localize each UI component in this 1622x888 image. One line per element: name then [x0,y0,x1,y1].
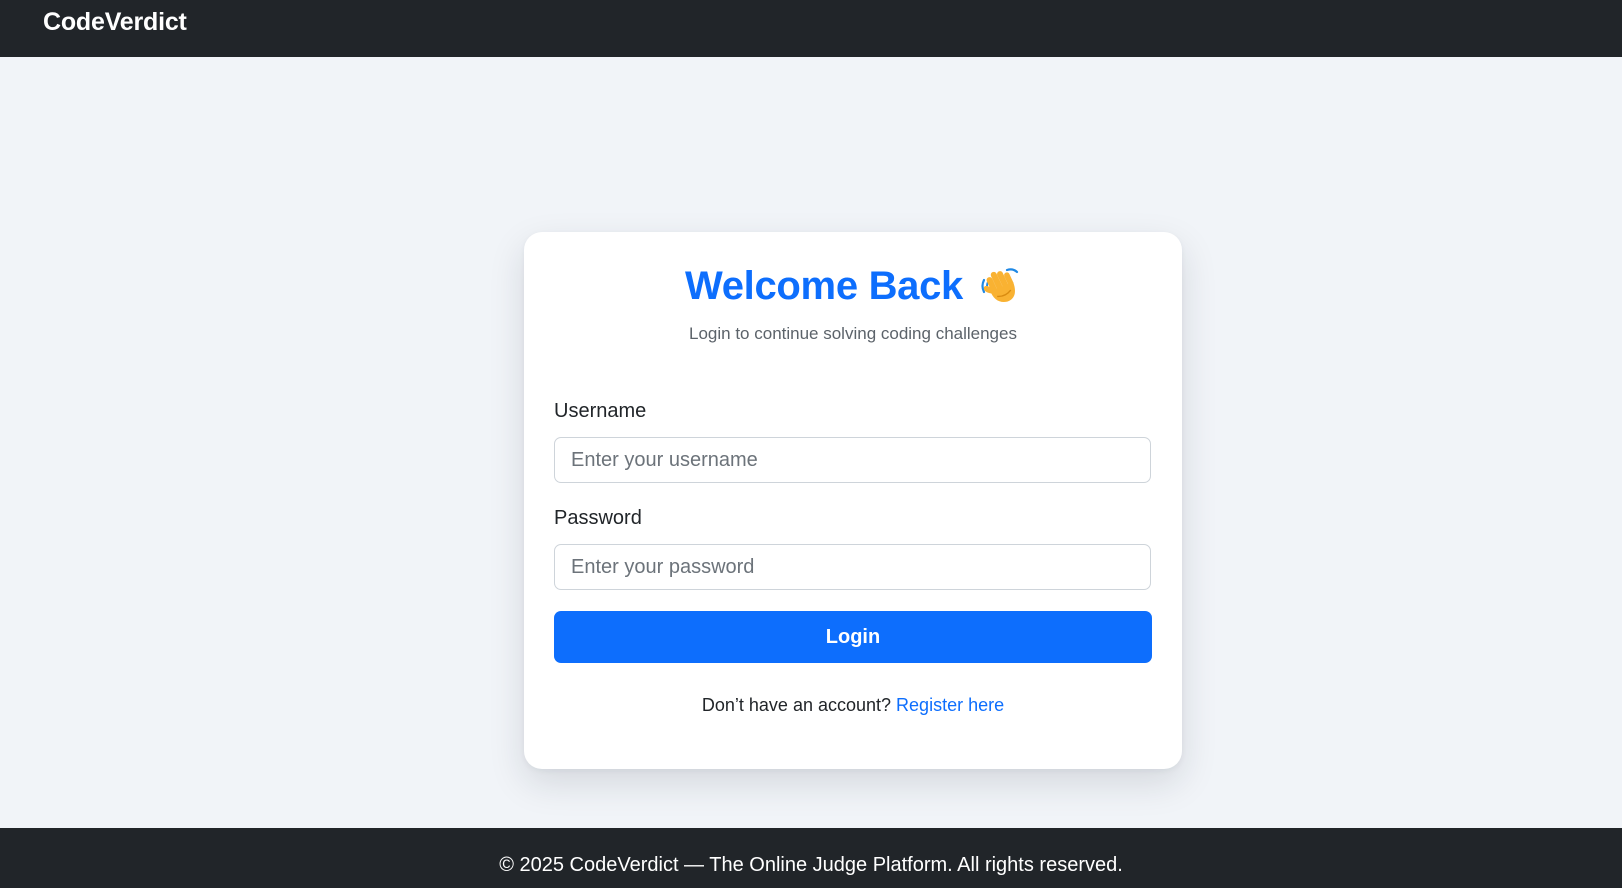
username-label: Username [554,400,647,422]
page-title: Welcome Back [684,263,964,308]
footer-copyright: © 2025 CodeVerdict — The Online Judge Pl… [499,854,1123,876]
waving-hand-icon [977,264,1021,308]
login-title-row: Welcome Back [524,260,1182,312]
top-navbar: CodeVerdict [0,0,1622,57]
login-subtitle: Login to continue solving coding challen… [689,324,1017,343]
register-prompt-text: Don’t have an account? [701,695,892,715]
main-content: Welcome Back Login to continue solving c… [0,57,1622,828]
register-link[interactable]: Register here [896,695,1004,715]
login-button[interactable]: Login [554,611,1152,663]
brand-logo-link[interactable]: CodeVerdict [43,8,187,37]
username-input[interactable] [554,437,1151,483]
login-card: Welcome Back Login to continue solving c… [524,232,1182,769]
register-prompt-row: Don’t have an account? Register here [524,695,1182,716]
page-footer: © 2025 CodeVerdict — The Online Judge Pl… [0,828,1622,888]
password-input[interactable] [554,544,1151,590]
password-label: Password [554,507,642,529]
